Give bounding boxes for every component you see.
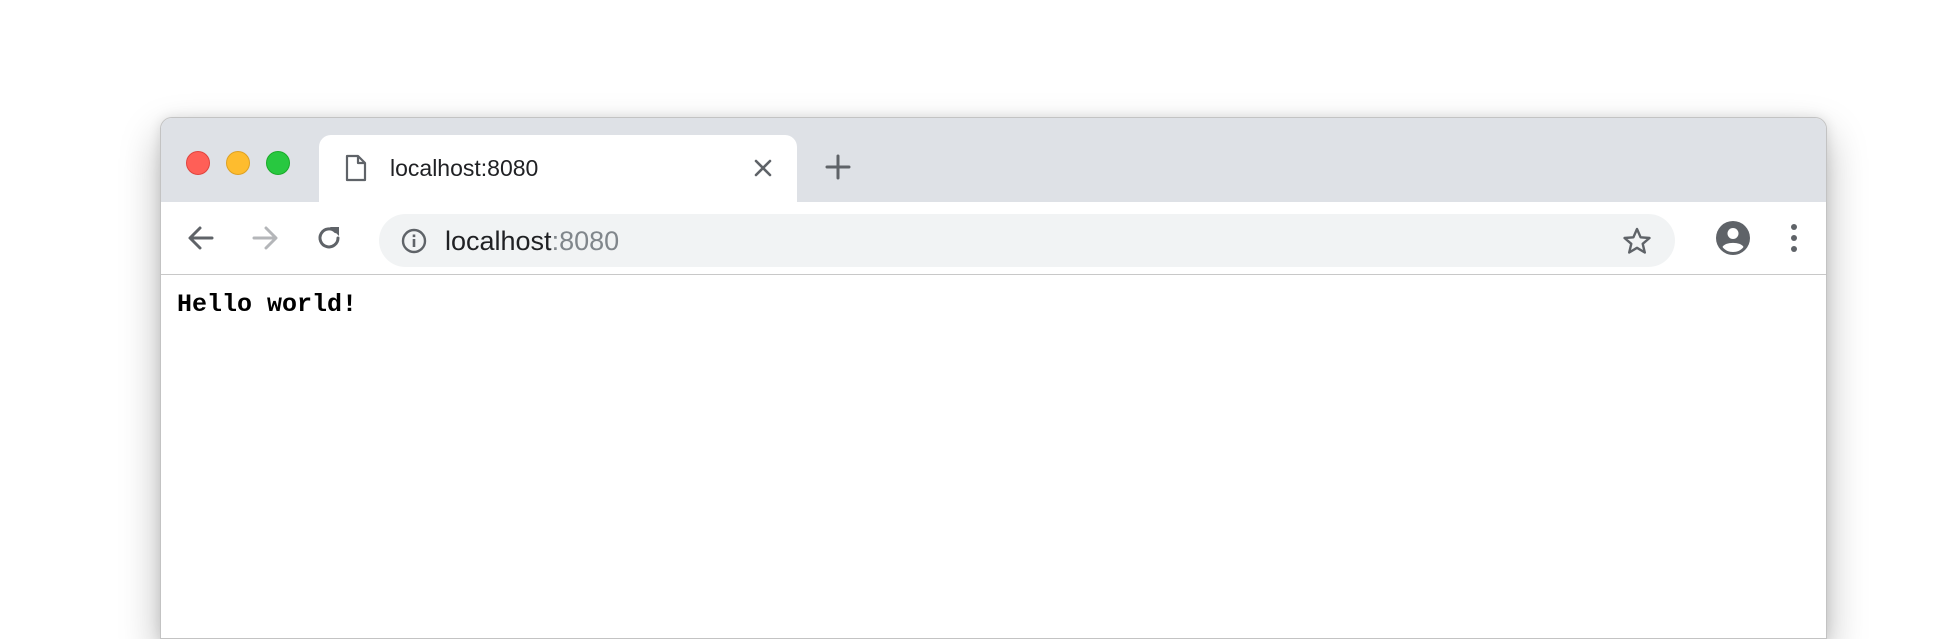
document-icon — [344, 154, 368, 182]
menu-button[interactable] — [1779, 219, 1809, 257]
address-bar[interactable]: localhost:8080 — [379, 214, 1675, 267]
tab-title: localhost:8080 — [390, 155, 539, 181]
minimize-window-button[interactable] — [226, 151, 250, 175]
forward-button[interactable] — [247, 220, 283, 256]
reload-button[interactable] — [311, 220, 347, 256]
url-port: :8080 — [551, 226, 620, 256]
back-button[interactable] — [183, 220, 219, 256]
page-content: Hello world! — [161, 275, 1826, 638]
page-body-text: Hello world! — [177, 290, 358, 319]
close-tab-icon[interactable] — [749, 154, 777, 182]
url-text: localhost:8080 — [445, 225, 619, 257]
tab-localhost[interactable]: localhost:8080 — [319, 135, 797, 202]
account-circle-icon — [1715, 220, 1751, 256]
star-icon[interactable] — [1621, 225, 1653, 257]
profile-button[interactable] — [1714, 219, 1752, 257]
title-bar: localhost:8080 — [161, 118, 1826, 202]
close-window-button[interactable] — [186, 151, 210, 175]
plus-icon — [825, 154, 851, 180]
arrow-right-icon — [249, 222, 281, 254]
maximize-window-button[interactable] — [266, 151, 290, 175]
info-icon[interactable] — [399, 226, 429, 256]
browser-toolbar: localhost:8080 — [161, 202, 1826, 275]
new-tab-button[interactable] — [821, 150, 855, 184]
url-host: localhost — [445, 226, 552, 256]
reload-icon — [313, 222, 345, 254]
vertical-dots-icon — [1790, 222, 1798, 254]
browser-window: localhost:8080 localhost:8080 Hello worl… — [160, 117, 1827, 639]
arrow-left-icon — [185, 222, 217, 254]
